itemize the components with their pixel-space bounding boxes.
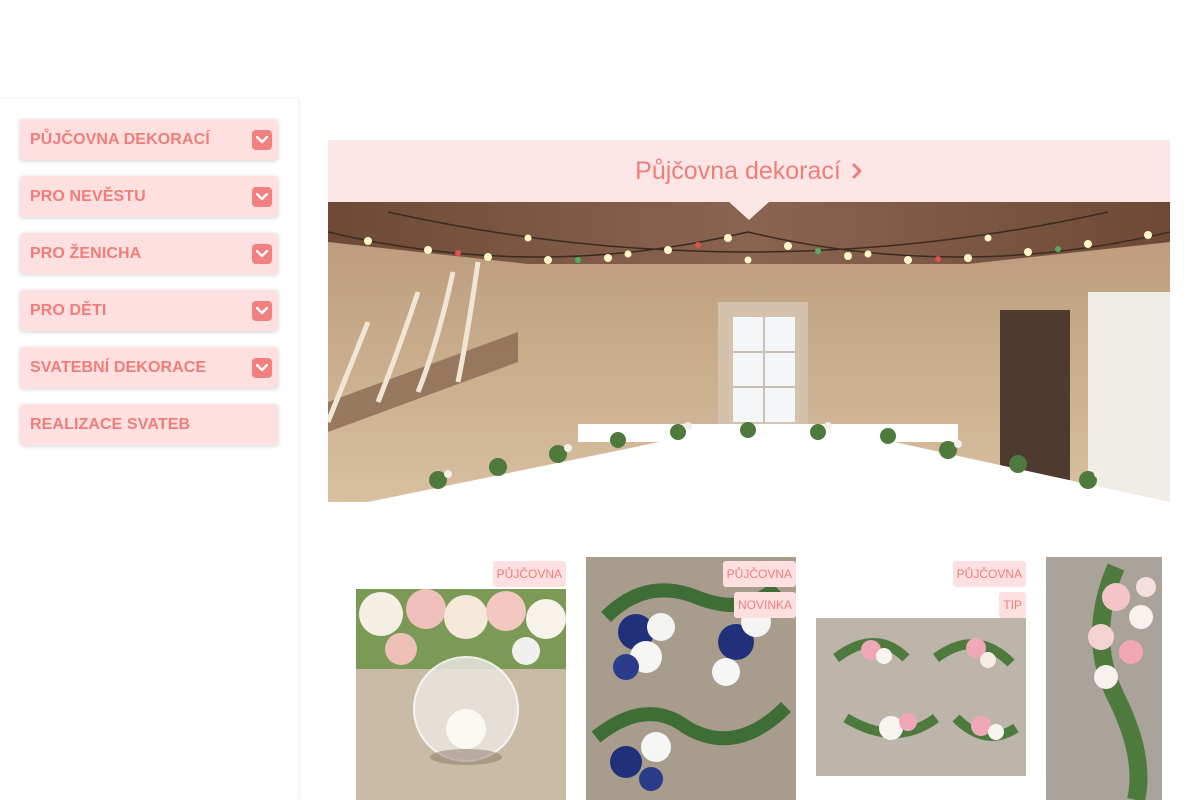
product-badge: TIP <box>999 592 1026 618</box>
product-image[interactable] <box>816 618 1026 776</box>
product-badge: PŮJČOVNA <box>492 561 566 587</box>
sidebar-item-svatebni-dekorace[interactable]: SVATEBNÍ DEKORACE <box>20 347 278 388</box>
product-card[interactable]: PŮJČOVNA NOVINKA <box>586 557 796 800</box>
sidebar-item-label: PRO ŽENICHA <box>30 244 142 262</box>
product-badge: NOVINKA <box>733 592 796 618</box>
sidebar-item-label: PRO DĚTI <box>30 301 107 319</box>
banner-notch <box>729 202 769 220</box>
banner-photo-wedding-hall <box>328 202 1170 502</box>
sidebar-menu: PŮJČOVNA DEKORACÍ PRO NEVĚSTU PRO ŽENICH… <box>0 99 298 800</box>
chevron-down-icon[interactable] <box>252 358 272 378</box>
chevron-down-icon[interactable] <box>252 244 272 264</box>
sidebar-item-pujcovna-dekoraci[interactable]: PŮJČOVNA DEKORACÍ <box>20 119 278 160</box>
product-card[interactable]: PŮJČOVNA <box>356 557 566 800</box>
chevron-down-icon[interactable] <box>252 301 272 321</box>
chevron-down-icon[interactable] <box>252 187 272 207</box>
sidebar-item-realizace-svateb[interactable]: REALIZACE SVATEB <box>20 404 278 445</box>
sidebar-item-pro-deti[interactable]: PRO DĚTI <box>20 290 278 331</box>
chevron-right-icon <box>851 162 863 180</box>
product-card[interactable]: PŮJČOVNA TIP <box>816 557 1026 800</box>
sidebar-item-label: PRO NEVĚSTU <box>30 187 146 205</box>
chevron-down-icon[interactable] <box>252 130 272 150</box>
banner-title[interactable]: Půjčovna dekorací <box>635 157 841 186</box>
product-badge: PŮJČOVNA <box>722 561 796 587</box>
sidebar-item-pro-zenicha[interactable]: PRO ŽENICHA <box>20 233 278 274</box>
product-image[interactable] <box>356 589 566 800</box>
product-card[interactable] <box>1046 557 1162 800</box>
category-banner[interactable]: Půjčovna dekorací <box>328 140 1170 502</box>
sidebar-item-label: REALIZACE SVATEB <box>30 415 191 433</box>
sidebar-item-label: SVATEBNÍ DEKORACE <box>30 358 207 376</box>
product-badge: PŮJČOVNA <box>952 561 1026 587</box>
product-image[interactable] <box>1046 557 1162 800</box>
banner-header[interactable]: Půjčovna dekorací <box>328 140 1170 202</box>
sidebar-item-label: PŮJČOVNA DEKORACÍ <box>30 130 210 148</box>
sidebar-item-pro-nevestu[interactable]: PRO NEVĚSTU <box>20 176 278 217</box>
